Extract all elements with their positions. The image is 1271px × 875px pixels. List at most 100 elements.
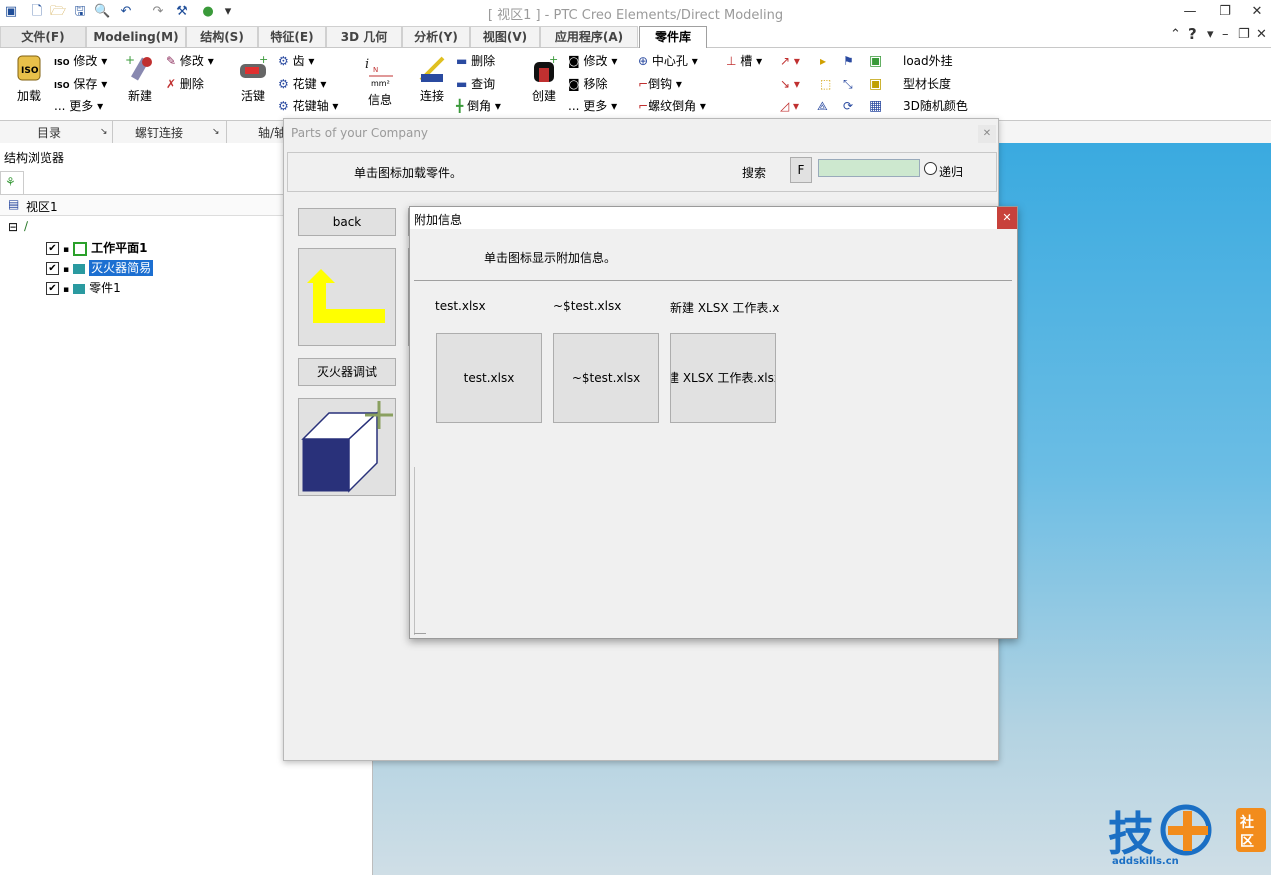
modify-button-1[interactable]: ISO 修改 ▾ [54, 53, 107, 71]
spline-label: 花键 [292, 77, 317, 91]
new-screw-button[interactable]: + 新建 [122, 53, 158, 104]
save-button[interactable]: ISO 保存 ▾ [54, 76, 107, 94]
info-dialog-titlebar: 附加信息 ✕ [410, 207, 1017, 229]
profile-length-icon[interactable]: ▣ [869, 76, 882, 92]
help-icon[interactable]: ? [1188, 25, 1197, 43]
tab-parts-library[interactable]: 零件库 [639, 26, 707, 49]
transform-icon[interactable]: ⤡ [843, 76, 853, 92]
sub-minimize-icon[interactable]: – [1222, 27, 1229, 42]
load-button[interactable]: ISO 加载 [12, 54, 46, 104]
group-catalog: 目录 [37, 126, 62, 140]
collapse-ribbon-icon[interactable]: ⌃ [1170, 27, 1181, 42]
visibility-checkbox[interactable]: ✔ [46, 262, 59, 275]
chamfer-button-1[interactable]: ╋ 倒角 ▾ [456, 98, 501, 114]
file-button-new-xlsx[interactable]: 新建 XLSX 工作表.xlsx [670, 333, 776, 423]
info-button[interactable]: i Nmm² 信息 [362, 54, 398, 108]
select-box-icon[interactable]: ⬚ [820, 76, 831, 92]
tab-3d-geometry[interactable]: 3D 几何 [326, 26, 402, 47]
more-button-1[interactable]: ... 更多 ▾ [54, 98, 103, 114]
tab-file[interactable]: 文件(F) [0, 26, 86, 47]
sub-restore-icon[interactable]: ❐ [1238, 27, 1250, 42]
align-icon[interactable]: ⚑ [843, 53, 854, 69]
back-arrow-button[interactable] [298, 248, 396, 346]
sub-close-icon[interactable]: ✕ [1256, 27, 1267, 42]
remove-button[interactable]: ◙ 移除 [568, 76, 608, 92]
gear-button[interactable]: ⚙ 齿 ▾ [278, 53, 314, 69]
more-label-1: 更多 [69, 99, 94, 113]
info-unit-icon: i Nmm² [365, 57, 393, 88]
rotate-icon[interactable]: ⟳ [843, 98, 853, 114]
tree-tab[interactable]: ⚘ [0, 171, 24, 194]
shape-icon[interactable]: ⟁ [817, 98, 828, 114]
load-external-icon[interactable]: ▣ [869, 53, 882, 69]
group-catalog-launcher-icon[interactable]: ↘ [100, 127, 108, 137]
additional-info-dialog: 附加信息 ✕ 单击图标显示附加信息。 test.xlsx ~$test.xlsx… [409, 206, 1018, 639]
file-button-temp-test-xlsx[interactable]: ~$test.xlsx [553, 333, 659, 423]
profile-length-button[interactable]: 型材长度 [903, 76, 951, 92]
measure-icon-1[interactable]: ↗ ▾ [780, 53, 800, 69]
load-external-button[interactable]: load外挂 [903, 53, 953, 69]
close-window-button[interactable]: ✕ [1237, 2, 1271, 22]
file-label: ~$test.xlsx [553, 299, 622, 313]
screw-delete-icon: ✗ [166, 77, 177, 91]
measure-icon-2[interactable]: ↘ ▾ [780, 76, 800, 92]
random-color-button[interactable]: 3D随机颜色 [903, 98, 968, 114]
center-hole-label: 中心孔 [651, 54, 688, 68]
help-dropdown-icon[interactable]: ▾ [1207, 27, 1214, 42]
tree-collapse-toggle[interactable]: ⊟ [8, 220, 18, 234]
svg-text:i: i [365, 57, 369, 72]
info-dialog-close-button[interactable]: ✕ [997, 207, 1017, 229]
tree-item-fire-extinguisher[interactable]: ✔ ▪ 灭火器简易 [46, 259, 154, 276]
random-color-icon[interactable]: ▦ [869, 98, 882, 114]
tab-view[interactable]: 视图(V) [470, 26, 540, 47]
create-button[interactable]: + 创建 [526, 53, 562, 104]
svg-text:技: 技 [1108, 807, 1154, 861]
tree-item-part1[interactable]: ✔ ▪ 零件1 [46, 279, 121, 296]
file-button-test-xlsx[interactable]: test.xlsx [436, 333, 542, 423]
pointer-icon[interactable]: ▸ [820, 53, 826, 69]
visibility-checkbox[interactable]: ✔ [46, 242, 59, 255]
slot-button[interactable]: ⊥ 槽 ▾ [726, 53, 762, 69]
fire-debug-button[interactable]: 灭火器调试 [298, 358, 396, 386]
save-state-icon: ▪ [63, 265, 70, 275]
tab-modeling[interactable]: Modeling(M) [86, 26, 186, 47]
svg-text:ISO: ISO [21, 66, 39, 76]
tab-analysis[interactable]: 分析(Y) [402, 26, 470, 47]
chamfer-label-1: 倒角 [467, 99, 492, 113]
parts-dialog-close-button[interactable]: ✕ [978, 125, 996, 143]
tab-features[interactable]: 特征(E) [258, 26, 326, 47]
measure-icon-3[interactable]: ◿ ▾ [780, 98, 799, 114]
search-f-button[interactable]: F [790, 157, 812, 183]
delete-button-1[interactable]: ✗ 删除 [166, 76, 204, 92]
tree-icon: ⚘ [5, 175, 16, 189]
tab-structure[interactable]: 结构(S) [186, 26, 258, 47]
tab-applications[interactable]: 应用程序(A) [540, 26, 638, 47]
thread-chamfer-button[interactable]: ⌐螺纹倒角 ▾ [638, 98, 706, 114]
yellow-arrow-icon [307, 269, 385, 323]
modify-button-3[interactable]: ◙ 修改 ▾ [568, 53, 617, 69]
more-button-2[interactable]: ... 更多 ▾ [568, 98, 617, 114]
key-button[interactable]: + 活键 [234, 53, 272, 104]
spline-button[interactable]: ⚙ 花键 ▾ [278, 76, 326, 92]
query-label: 查询 [471, 77, 496, 91]
minimize-button[interactable]: — [1170, 2, 1210, 22]
tree-item-workplane[interactable]: ✔ ▪ 工作平面1 [46, 239, 147, 256]
group-screw-launcher-icon[interactable]: ↘ [212, 127, 220, 137]
spline-shaft-button[interactable]: ⚙ 花键轴 ▾ [278, 98, 338, 114]
search-input[interactable] [818, 159, 920, 177]
part-icon [73, 283, 86, 294]
query-button[interactable]: ▬ 查询 [456, 76, 495, 92]
back-button[interactable]: back [298, 208, 396, 236]
connect-icon [419, 56, 445, 82]
connect-button[interactable]: 连接 [414, 54, 450, 104]
remove-label: 移除 [583, 77, 608, 91]
chamfer-button-2[interactable]: ⌐倒钩 ▾ [638, 76, 682, 92]
recursive-radio[interactable] [924, 162, 937, 175]
new-part-button[interactable] [298, 398, 396, 496]
center-hole-button[interactable]: ⊕ 中心孔 ▾ [638, 53, 698, 69]
visibility-checkbox[interactable]: ✔ [46, 282, 59, 295]
save-state-icon: ▪ [63, 285, 70, 295]
modify-button-2[interactable]: ✎ 修改 ▾ [166, 53, 214, 69]
delete-button-2[interactable]: ▬ 删除 [456, 53, 495, 69]
part-modify-icon: ◙ [568, 54, 580, 68]
